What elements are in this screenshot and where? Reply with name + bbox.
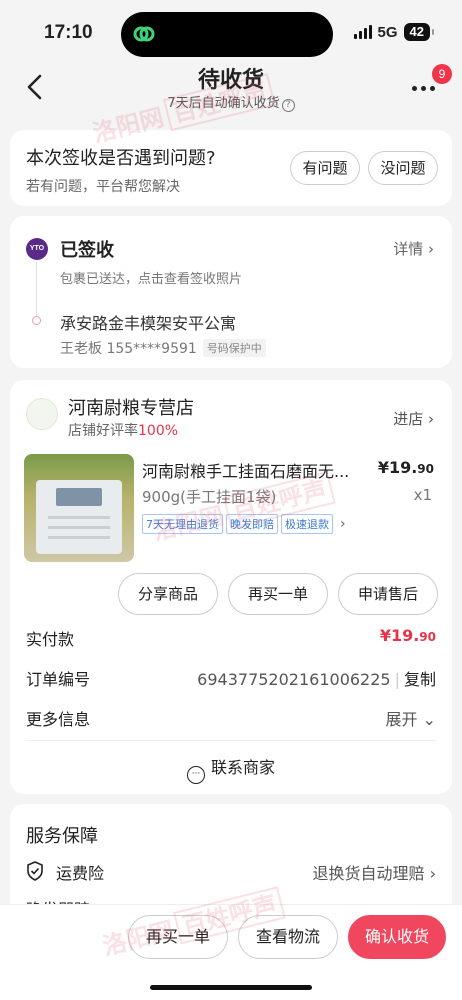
shipping-insurance-row[interactable]: 运费险 退换货自动理赔 › xyxy=(26,860,436,884)
bag-label-shape xyxy=(56,488,102,506)
enter-shop-label: 进店 xyxy=(393,410,424,428)
product-tags[interactable]: 7天无理由退货 晚发即赔 极速退款 › xyxy=(142,514,346,534)
network-label: 5G xyxy=(377,23,398,41)
order-number-group: 6943775202161006225 | 复制 xyxy=(197,666,436,690)
battery-tip xyxy=(432,29,434,35)
shop-rating: 店铺好评率100% xyxy=(68,420,178,440)
copy-button[interactable]: 复制 xyxy=(404,670,436,689)
more-info-row[interactable]: 更多信息 展开 ⌄ xyxy=(26,706,436,730)
paid-amount-row: 实付款 ¥19.90 xyxy=(26,626,436,650)
signal-icon xyxy=(353,25,372,39)
order-card: 河南尉粮专营店 店铺好评率100% 进店 › 河南尉粮手工挂面石磨面无... ¥… xyxy=(10,380,452,794)
no-problem-button[interactable]: 没问题 xyxy=(368,151,438,185)
expand-label: 展开 xyxy=(385,710,418,729)
contact-seller-label: 联系商家 xyxy=(210,758,275,777)
delivery-problem-card: 本次签收是否遇到问题? 若有问题，平台帮您解决 有问题 没问题 xyxy=(10,130,452,206)
shipping-insurance-desc-text: 退换货自动理赔 xyxy=(312,864,425,883)
detail-label: 详情 xyxy=(393,240,424,258)
contact-seller-button[interactable]: ··· 联系商家 xyxy=(10,754,452,784)
auto-confirm-text: 7天后自动确认收货 xyxy=(167,96,280,111)
delivery-status: 已签收 xyxy=(60,240,114,261)
bottom-rebuy-button[interactable]: 再买一单 xyxy=(128,915,228,959)
timeline-dot xyxy=(32,316,41,325)
product-title[interactable]: 河南尉粮手工挂面石磨面无... xyxy=(142,458,382,482)
link-icon xyxy=(133,26,155,42)
problem-hint: 若有问题，平台帮您解决 xyxy=(26,179,180,195)
confirm-receipt-button[interactable]: 确认收货 xyxy=(348,915,446,959)
bottom-action-bar: 再买一单 查看物流 确认收货 xyxy=(0,904,462,1000)
delivery-description: 包裹已送达，点击查看签收照片 xyxy=(60,272,243,287)
order-number-label: 订单编号 xyxy=(26,670,91,689)
price-dec: 90 xyxy=(417,462,434,476)
product-quantity: x1 xyxy=(413,486,432,504)
product-image[interactable] xyxy=(24,454,134,562)
logistics-card[interactable]: YTO 已签收 详情 › 包裹已送达，点击查看签收照片 承安路金丰模架安平公寓 … xyxy=(10,216,452,368)
privacy-tag: 号码保护中 xyxy=(202,339,266,357)
chevron-down-icon: ⌄ xyxy=(422,710,436,729)
enter-shop-link[interactable]: 进店 › xyxy=(393,408,434,429)
page-title: 待收货 xyxy=(197,68,264,93)
status-bar: 17:10 5G 42 xyxy=(0,0,462,60)
page-header: 待收货 7天后自动确认收货? 9 xyxy=(0,60,462,120)
delivery-address: 承安路金丰模架安平公寓 xyxy=(60,314,237,333)
auto-confirm-note: 7天后自动确认收货? xyxy=(0,92,462,112)
product-spec: 900g(手工挂面1袋) xyxy=(142,488,277,506)
tag-7day-return: 7天无理由退货 xyxy=(142,514,223,534)
product-bag-shape xyxy=(36,480,122,554)
divider xyxy=(26,740,436,741)
tag-fast-refund: 极速退款 xyxy=(281,514,333,534)
rating-label: 店铺好评率 xyxy=(68,423,138,439)
paid-label: 实付款 xyxy=(26,630,75,649)
share-product-button[interactable]: 分享商品 xyxy=(118,573,218,615)
status-time: 17:10 xyxy=(44,22,93,43)
paid-amount: ¥19.90 xyxy=(380,626,436,645)
logistics-detail-link[interactable]: 详情 › xyxy=(393,238,434,259)
price-int: ¥19. xyxy=(377,458,418,477)
shipping-insurance-desc: 退换货自动理赔 › xyxy=(312,864,437,883)
rebuy-button[interactable]: 再买一单 xyxy=(228,573,328,615)
help-icon[interactable]: ? xyxy=(281,99,295,112)
service-title: 服务保障 xyxy=(26,826,98,847)
carrier-logo: YTO xyxy=(26,238,48,260)
after-sale-button[interactable]: 申请售后 xyxy=(338,573,438,615)
dynamic-island xyxy=(121,12,333,57)
battery-icon: 42 xyxy=(403,23,430,41)
more-options-icon[interactable] xyxy=(412,80,438,96)
separator: | xyxy=(394,670,400,689)
shield-check-icon xyxy=(27,861,43,881)
order-number: 6943775202161006225 xyxy=(197,670,391,689)
paid-int: ¥19. xyxy=(379,626,420,645)
bag-line xyxy=(48,526,110,529)
order-number-row: 订单编号 6943775202161006225 | 复制 xyxy=(26,666,436,690)
status-indicators: 5G 42 xyxy=(353,23,434,41)
bag-line xyxy=(48,516,110,519)
timeline-line xyxy=(36,262,37,318)
more-info-label: 更多信息 xyxy=(26,710,91,729)
shipping-insurance-label: 运费险 xyxy=(56,864,105,883)
chevron-right-icon: › xyxy=(340,516,346,532)
bag-line xyxy=(48,536,110,539)
has-problem-button[interactable]: 有问题 xyxy=(290,151,360,185)
track-logistics-button[interactable]: 查看物流 xyxy=(238,915,338,959)
problem-question: 本次签收是否遇到问题? xyxy=(26,148,216,169)
product-price: ¥19.90 xyxy=(378,458,434,477)
home-indicator xyxy=(150,985,312,990)
shop-logo[interactable] xyxy=(26,398,58,430)
expand-toggle[interactable]: 展开 ⌄ xyxy=(385,706,436,730)
shop-name[interactable]: 河南尉粮专营店 xyxy=(68,394,194,420)
recipient-name-phone: 王老板 155****9591 xyxy=(60,341,197,357)
paid-dec: 90 xyxy=(419,630,436,644)
tag-late-compensation: 晚发即赔 xyxy=(226,514,278,534)
rating-value: 100% xyxy=(138,423,179,439)
notification-badge: 9 xyxy=(432,64,452,84)
recipient-contact: 王老板 155****9591 号码保护中 xyxy=(60,338,266,358)
chat-icon: ··· xyxy=(186,766,205,784)
